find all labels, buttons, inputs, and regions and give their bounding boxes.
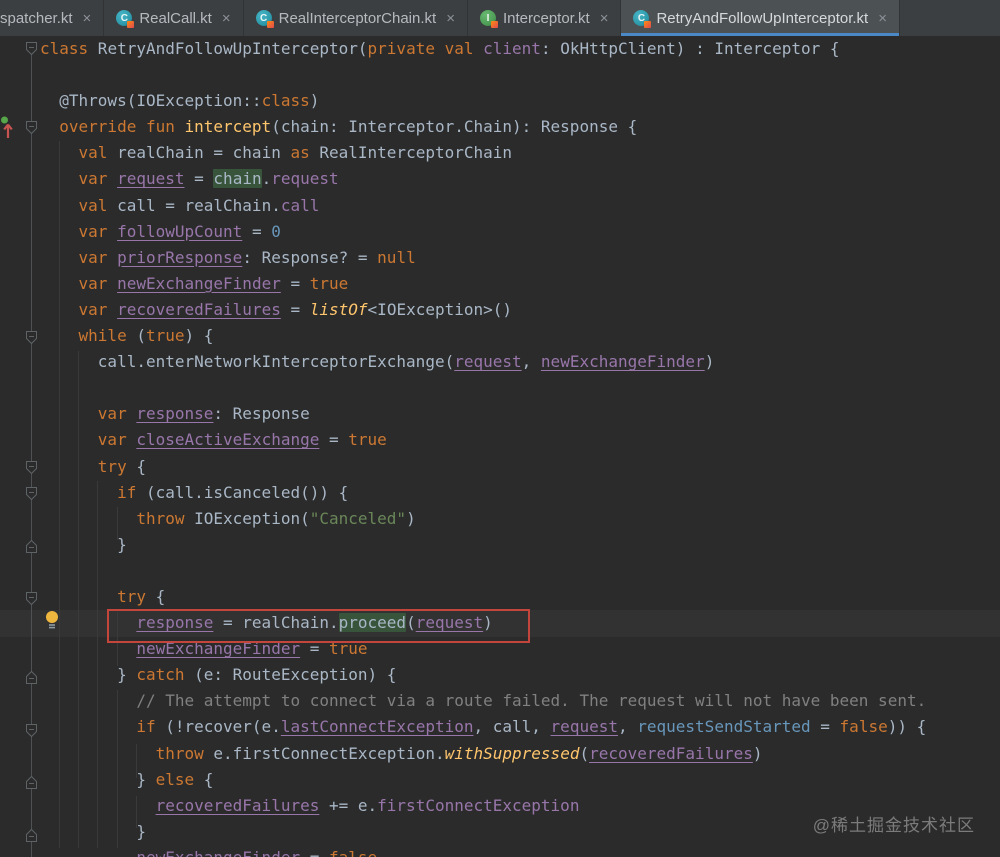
annotation-box: [107, 609, 530, 643]
tab-bar: spatcher.kt × C RealCall.kt × C RealIntercepto…: [0, 0, 1000, 36]
code-line[interactable]: if (call.isCanceled()) {: [0, 480, 1000, 506]
kotlin-interface-icon: I: [479, 10, 498, 28]
code-line[interactable]: throw IOException("Canceled"): [0, 506, 1000, 532]
mutable-variable: request: [550, 717, 618, 737]
mutable-variable: priorResponse: [117, 247, 243, 267]
code-line[interactable]: class RetryAndFollowUpInterceptor(privat…: [0, 36, 1000, 62]
code-area[interactable]: class RetryAndFollowUpInterceptor(privat…: [0, 36, 1000, 857]
kotlin-badge-icon: [127, 21, 135, 28]
fold-end-icon[interactable]: [25, 539, 38, 554]
code-line[interactable]: var followUpCount = 0: [0, 219, 1000, 245]
code-line[interactable]: [0, 375, 1000, 401]
tab-label: RealInterceptorChain.kt: [278, 9, 437, 27]
fold-end-icon[interactable]: [25, 775, 38, 790]
code-line[interactable]: var newExchangeFinder = true: [0, 271, 1000, 297]
tab-label: spatcher.kt: [0, 9, 73, 27]
mutable-variable: closeActiveExchange: [136, 430, 320, 450]
code-line[interactable]: try {: [0, 584, 1000, 610]
mutable-variable: newExchangeFinder: [540, 352, 705, 372]
close-icon[interactable]: ×: [600, 11, 609, 26]
code-line[interactable]: var closeActiveExchange = true: [0, 427, 1000, 453]
code-line[interactable]: [0, 62, 1000, 88]
tab-retryandfollowupinterceptor-kt[interactable]: C RetryAndFollowUpInterceptor.kt ×: [621, 0, 900, 36]
mutable-variable: newExchangeFinder: [136, 848, 300, 857]
mutable-variable: response: [136, 404, 214, 424]
close-icon[interactable]: ×: [222, 11, 231, 26]
mutable-variable: lastConnectException: [280, 717, 474, 737]
kotlin-badge-icon: [644, 21, 652, 28]
fold-expanded-icon[interactable]: [25, 460, 38, 475]
code-line[interactable]: newExchangeFinder = false: [0, 845, 1000, 857]
code-line[interactable]: val realChain = chain as RealInterceptor…: [0, 140, 1000, 166]
tab-realinterceptorchain-kt[interactable]: C RealInterceptorChain.kt ×: [244, 0, 468, 36]
code-line[interactable]: while (true) {: [0, 323, 1000, 349]
fold-end-icon[interactable]: [25, 670, 38, 685]
code-line[interactable]: } catch (e: RouteException) {: [0, 662, 1000, 688]
mutable-variable: request: [454, 352, 522, 372]
fold-expanded-icon[interactable]: [25, 120, 38, 135]
fold-end-icon[interactable]: [25, 828, 38, 843]
mutable-variable: recoveredFailures: [117, 299, 281, 319]
mutable-variable: recoveredFailures: [155, 795, 320, 815]
close-icon[interactable]: ×: [878, 11, 887, 26]
tab-label: RetryAndFollowUpInterceptor.kt: [656, 9, 869, 27]
usage-highlighted-token: chain: [213, 169, 262, 189]
kotlin-class-icon: C: [116, 10, 135, 28]
code-line[interactable]: } else {: [0, 767, 1000, 793]
code-line[interactable]: // The attempt to connect via a route fa…: [0, 688, 1000, 714]
tab-spatcher-kt[interactable]: spatcher.kt ×: [0, 0, 105, 36]
close-icon[interactable]: ×: [83, 11, 92, 26]
code-line[interactable]: var response: Response: [0, 401, 1000, 427]
tab-realcall-kt[interactable]: C RealCall.kt ×: [104, 0, 244, 36]
fold-expanded-icon[interactable]: [25, 41, 38, 56]
code-line[interactable]: @Throws(IOException::class): [0, 88, 1000, 114]
code-line[interactable]: val call = realChain.call: [0, 193, 1000, 219]
mutable-variable: newExchangeFinder: [117, 273, 281, 293]
tab-label: RealCall.kt: [139, 9, 212, 27]
code-line[interactable]: [0, 558, 1000, 584]
tab-label: Interceptor.kt: [502, 9, 590, 27]
kotlin-class-icon: C: [633, 10, 652, 28]
watermark: @稀土掘金技术社区: [812, 816, 975, 835]
kotlin-class-icon: C: [255, 10, 274, 28]
intention-lightbulb-icon[interactable]: [44, 610, 60, 630]
kotlin-badge-icon: [490, 21, 498, 28]
mutable-variable: recoveredFailures: [589, 743, 753, 763]
code-line[interactable]: var priorResponse: Response? = null: [0, 245, 1000, 271]
override-method-icon[interactable]: [0, 114, 14, 140]
code-line[interactable]: call.enterNetworkInterceptorExchange(req…: [0, 349, 1000, 375]
kotlin-badge-icon: [266, 21, 274, 28]
close-icon[interactable]: ×: [446, 11, 455, 26]
tab-interceptor-kt[interactable]: I Interceptor.kt ×: [468, 0, 622, 36]
code-line[interactable]: throw e.firstConnectException.withSuppre…: [0, 741, 1000, 767]
ide-window: spatcher.kt × C RealCall.kt × C RealIntercepto…: [0, 0, 1000, 857]
fold-expanded-icon[interactable]: [25, 486, 38, 501]
code-line[interactable]: var recoveredFailures = listOf<IOExcepti…: [0, 297, 1000, 323]
code-line[interactable]: try {: [0, 454, 1000, 480]
fold-expanded-icon[interactable]: [25, 330, 38, 345]
fold-expanded-icon[interactable]: [25, 723, 38, 738]
fold-expanded-icon[interactable]: [25, 591, 38, 606]
code-line[interactable]: if (!recover(e.lastConnectException, cal…: [0, 714, 1000, 740]
code-line[interactable]: }: [0, 532, 1000, 558]
mutable-variable: followUpCount: [117, 221, 243, 241]
code-line[interactable]: override fun intercept(chain: Intercepto…: [0, 114, 1000, 140]
mutable-variable: request: [117, 169, 185, 189]
code-line[interactable]: var request = chain.request: [0, 166, 1000, 192]
